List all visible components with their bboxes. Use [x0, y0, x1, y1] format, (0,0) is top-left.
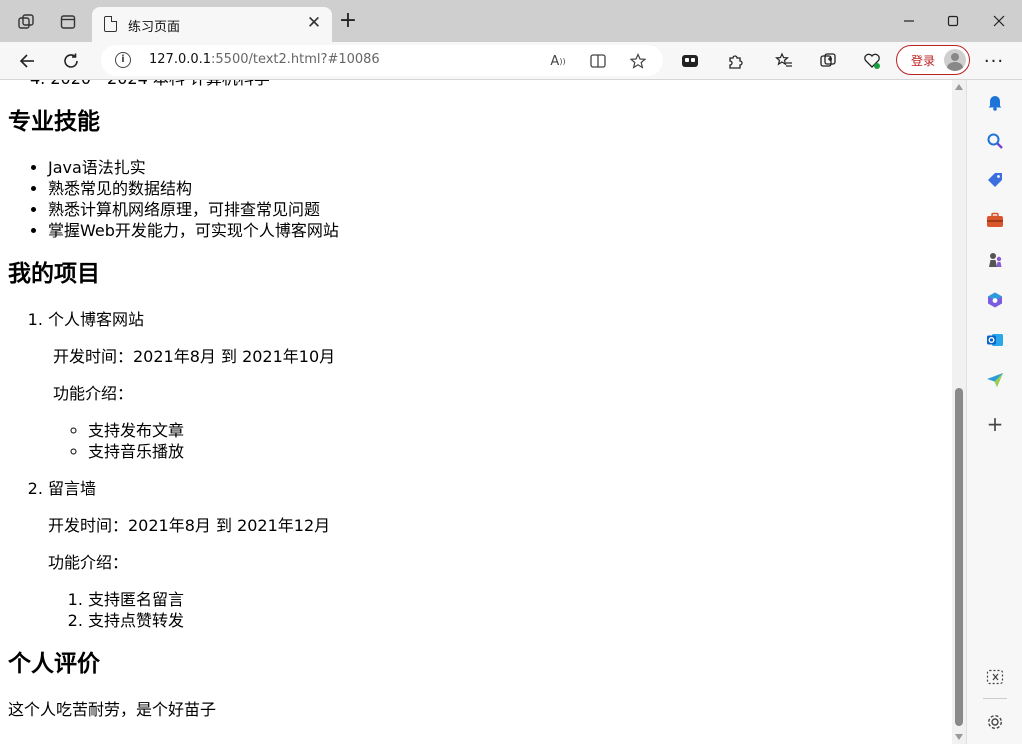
tab-close-icon[interactable]: ✕	[304, 13, 324, 33]
collections-icon[interactable]	[815, 48, 841, 74]
tab-strip: 练习页面 ✕ +	[0, 0, 1022, 42]
project-dev-time: 开发时间：2021年8月 到 2021年10月	[53, 347, 336, 366]
new-tab-button[interactable]: +	[337, 10, 359, 33]
feature-item: 支持匿名留言	[88, 589, 948, 610]
drop-send-icon[interactable]	[985, 370, 1005, 390]
vertical-scrollbar[interactable]	[952, 80, 966, 744]
project-features-list: 支持匿名留言 支持点赞转发	[48, 589, 948, 631]
notifications-bell-icon[interactable]	[985, 92, 1005, 112]
skills-heading: 专业技能	[8, 109, 100, 135]
games-chess-icon[interactable]	[985, 250, 1005, 270]
project-item: 个人博客网站 开发时间：2021年8月 到 2021年10月 功能介绍： 支持发…	[48, 309, 948, 478]
scroll-down-arrow-icon[interactable]	[955, 734, 963, 740]
favorites-list-icon[interactable]	[771, 48, 797, 74]
split-screen-icon[interactable]	[587, 50, 609, 72]
url-text[interactable]: 127.0.0.1:5500/text2.html?#10086	[149, 52, 380, 67]
url-host: 127.0.0.1	[149, 52, 212, 67]
tools-briefcase-icon[interactable]	[985, 210, 1005, 230]
add-sidebar-app-icon[interactable]: +	[985, 412, 1005, 436]
skill-item: 熟悉常见的数据结构	[48, 178, 948, 199]
tab-actions-icon[interactable]	[56, 10, 80, 34]
sidebar-settings-gear-icon[interactable]	[985, 712, 1005, 732]
feature-item: 支持音乐播放	[88, 441, 948, 462]
close-window-button[interactable]	[976, 8, 1022, 34]
document-icon	[104, 16, 117, 32]
project-name: 个人博客网站	[48, 310, 145, 329]
extensions-puzzle-icon[interactable]	[722, 48, 748, 74]
projects-list: 个人博客网站 开发时间：2021年8月 到 2021年10月 功能介绍： 支持发…	[8, 309, 948, 631]
education-item-number: 4.	[30, 80, 45, 88]
project-features-label: 功能介绍：	[48, 553, 129, 572]
navigation-toolbar: i 127.0.0.1:5500/text2.html?#10086 A)) 登…	[0, 42, 1022, 80]
scroll-thumb[interactable]	[955, 388, 963, 726]
project-name: 留言墙	[48, 479, 97, 498]
project-features-label: 功能介绍：	[53, 384, 134, 403]
sidebar-divider	[983, 698, 1007, 699]
address-bar[interactable]: i 127.0.0.1:5500/text2.html?#10086 A))	[101, 45, 663, 76]
evaluation-text: 这个人吃苦耐劳，是个好苗子	[8, 700, 217, 719]
page-viewport: 4. 2020 - 2024 本科 计算机科学 专业技能 Java语法扎实 熟悉…	[0, 80, 966, 744]
projects-heading: 我的项目	[8, 261, 100, 287]
browser-window: 练习页面 ✕ + i 127.0.0.1:5500/text2.html?#10…	[0, 0, 1022, 744]
hide-sidebar-icon[interactable]	[985, 667, 1005, 687]
outlook-icon[interactable]	[985, 330, 1005, 350]
back-button[interactable]	[14, 48, 40, 74]
shopping-tag-icon[interactable]	[985, 170, 1005, 190]
avatar-icon	[944, 49, 966, 71]
more-menu-icon[interactable]: ···	[981, 48, 1007, 74]
skill-item: Java语法扎实	[48, 157, 948, 178]
login-label: 登录	[911, 54, 936, 68]
minimize-button[interactable]	[886, 8, 932, 34]
page-content: 4. 2020 - 2024 本科 计算机科学 专业技能 Java语法扎实 熟悉…	[8, 80, 948, 736]
skills-list: Java语法扎实 熟悉常见的数据结构 熟悉计算机网络原理，可排查常见问题 掌握W…	[8, 157, 948, 241]
project-item: 留言墙 开发时间：2021年8月 到 2021年12月 功能介绍： 支持匿名留言…	[48, 478, 948, 631]
education-item-text: 2020 - 2024 本科 计算机科学	[50, 80, 270, 88]
toolbar-extension-icon[interactable]	[677, 48, 703, 74]
feature-item: 支持点赞转发	[88, 610, 948, 631]
education-item: 4. 2020 - 2024 本科 计算机科学	[8, 80, 948, 89]
project-dev-time: 开发时间：2021年8月 到 2021年12月	[48, 516, 331, 535]
skill-item: 熟悉计算机网络原理，可排查常见问题	[48, 199, 948, 220]
url-path: :5500/text2.html?#10086	[211, 52, 380, 67]
tab-title: 练习页面	[128, 20, 181, 35]
search-icon[interactable]	[985, 131, 1005, 151]
refresh-button[interactable]	[58, 48, 84, 74]
workspaces-icon[interactable]	[14, 10, 38, 34]
tab-active[interactable]: 练习页面 ✕	[92, 7, 332, 42]
skill-item: 掌握Web开发能力，可实现个人博客网站	[48, 220, 948, 241]
scroll-up-arrow-icon[interactable]	[955, 84, 963, 90]
evaluation-heading: 个人评价	[8, 651, 100, 677]
feature-item: 支持发布文章	[88, 420, 948, 441]
browser-essentials-icon[interactable]	[859, 48, 885, 74]
read-aloud-icon[interactable]: A))	[547, 50, 569, 72]
login-button[interactable]: 登录	[896, 45, 970, 75]
site-info-icon[interactable]: i	[115, 52, 131, 68]
microsoft-365-icon[interactable]	[985, 290, 1005, 310]
project-features-list: 支持发布文章 支持音乐播放	[48, 420, 948, 462]
edge-sidebar: +	[966, 80, 1022, 744]
maximize-button[interactable]	[930, 8, 976, 34]
favorite-star-icon[interactable]	[627, 50, 649, 72]
